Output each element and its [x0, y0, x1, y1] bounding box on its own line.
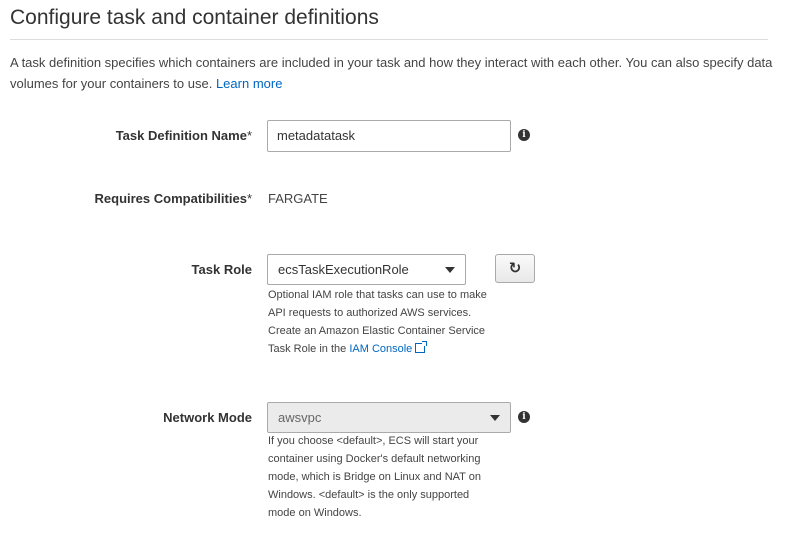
- chevron-down-icon: [490, 415, 500, 421]
- info-icon[interactable]: i: [518, 129, 530, 141]
- network-mode-help-line: mode on Windows.: [268, 507, 362, 519]
- task-role-select[interactable]: ecsTaskExecutionRole: [267, 254, 466, 285]
- refresh-icon: ↻: [508, 260, 522, 277]
- network-mode-help: If you choose <default>, ECS will start …: [268, 432, 518, 522]
- required-mark: *: [246, 191, 252, 206]
- chevron-down-icon: [445, 267, 455, 273]
- external-link-icon: [415, 341, 428, 353]
- required-mark: *: [246, 128, 252, 143]
- task-role-help-line: Optional IAM role that tasks can use to …: [268, 289, 487, 301]
- network-mode-label: Network Mode: [163, 410, 252, 425]
- network-mode-help-line: container using Docker's default network…: [268, 453, 481, 465]
- requires-compatibilities-label: Requires Compatibilities*: [95, 191, 252, 206]
- task-definition-name-label-text: Task Definition Name: [115, 128, 247, 143]
- task-role-label: Task Role: [191, 262, 252, 277]
- title-divider: [10, 39, 768, 40]
- refresh-button[interactable]: ↻: [495, 254, 535, 283]
- network-mode-value: awsvpc: [278, 410, 322, 425]
- task-role-help-line: Create an Amazon Elastic Container Servi…: [268, 325, 486, 337]
- task-definition-name-input[interactable]: metadatatask: [267, 120, 511, 152]
- description-text: A task definition specifies which contai…: [10, 55, 773, 91]
- requires-compatibilities-label-text: Requires Compatibilities: [94, 191, 247, 206]
- task-role-help: Optional IAM role that tasks can use to …: [268, 286, 518, 358]
- network-mode-help-line: Windows. <default> is the only supported: [268, 489, 470, 501]
- iam-console-link[interactable]: IAM Console: [349, 341, 428, 355]
- task-definition-name-label: Task Definition Name*: [116, 128, 252, 143]
- info-icon[interactable]: i: [518, 411, 530, 423]
- page-title: Configure task and container definitions: [10, 6, 379, 29]
- page-description: A task definition specifies which contai…: [10, 52, 780, 94]
- requires-compatibilities-value: FARGATE: [268, 191, 328, 206]
- network-mode-help-line: If you choose <default>, ECS will start …: [268, 435, 479, 447]
- network-mode-select[interactable]: awsvpc: [267, 402, 511, 433]
- task-role-help-prefix: Task Role in the: [268, 343, 347, 355]
- task-role-help-line: API requests to authorized AWS services.: [268, 307, 472, 319]
- task-role-value: ecsTaskExecutionRole: [278, 262, 409, 277]
- learn-more-link[interactable]: Learn more: [216, 76, 282, 91]
- iam-console-link-text: IAM Console: [349, 343, 413, 355]
- network-mode-help-line: mode, which is Bridge on Linux and NAT o…: [268, 471, 481, 483]
- task-role-help-line-last: Task Role in the IAM Console: [268, 340, 518, 358]
